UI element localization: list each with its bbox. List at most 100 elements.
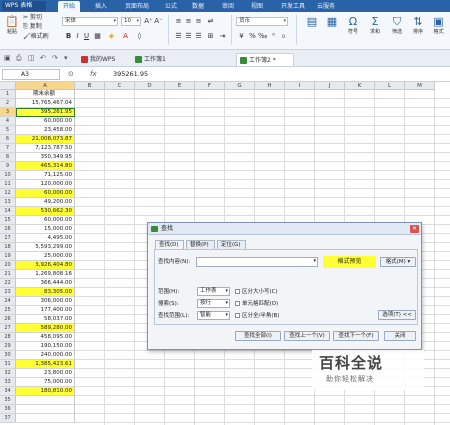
row-header[interactable]: 30 <box>0 351 16 360</box>
row-header[interactable]: 3 <box>0 108 16 117</box>
row-header[interactable]: 11 <box>0 180 16 189</box>
print-icon[interactable]: ⎙ <box>16 54 22 63</box>
tab-formula[interactable]: 公式 <box>161 1 181 12</box>
row-header[interactable]: 1 <box>0 90 16 99</box>
column-header-g[interactable]: G <box>225 82 255 90</box>
font-name-select[interactable]: 宋体 ▾ <box>62 17 118 26</box>
row-header[interactable]: 12 <box>0 189 16 198</box>
match-case-checkbox[interactable]: 区分大小写(C) <box>235 288 278 296</box>
redo-icon[interactable]: ↷ <box>52 54 58 62</box>
row-header[interactable]: 23 <box>0 288 16 297</box>
cut-button[interactable]: ✂ 剪切 <box>23 14 42 22</box>
row-header[interactable]: 25 <box>0 306 16 315</box>
decrease-font-icon[interactable]: A⁻ <box>154 17 163 26</box>
table-cell[interactable]: 366,444.00 <box>16 279 75 288</box>
row-header[interactable]: 13 <box>0 198 16 207</box>
table-cell[interactable]: 4,495.00 <box>16 234 75 243</box>
thousands-icon[interactable]: ‰ <box>258 32 267 41</box>
table-cell[interactable] <box>16 405 75 414</box>
table-cell[interactable]: 458,095.00 <box>16 333 75 342</box>
italic-icon[interactable]: I <box>73 32 82 41</box>
column-header-h[interactable]: H <box>255 82 285 90</box>
format-painter-button[interactable]: 🖌格式刷 <box>23 33 49 41</box>
table-cell[interactable]: 190,150.00 <box>16 342 75 351</box>
tab-workbook1[interactable]: 工作簿1 <box>132 53 184 66</box>
table-style-button[interactable]: ▦ <box>322 15 342 28</box>
tab-insert[interactable]: 插入 <box>90 1 112 12</box>
table-cell[interactable]: 3,926,404.80 <box>16 261 75 270</box>
table-cell[interactable]: 60,000.00 <box>16 216 75 225</box>
table-cell[interactable]: 120,000.00 <box>16 180 75 189</box>
column-header-f[interactable]: F <box>195 82 225 90</box>
table-cell[interactable]: 60,000.00 <box>16 117 75 126</box>
row-header[interactable]: 29 <box>0 342 16 351</box>
zoom-icon[interactable]: ⊙ <box>68 70 74 78</box>
table-cell[interactable]: 306,000.00 <box>16 297 75 306</box>
table-cell[interactable] <box>16 396 75 405</box>
table-cell[interactable]: 71,125.00 <box>16 171 75 180</box>
row-header[interactable]: 31 <box>0 360 16 369</box>
decimal-increase-icon[interactable]: ⁰ <box>269 32 278 41</box>
chevron-down-icon[interactable]: ▾ <box>64 54 68 62</box>
column-header-j[interactable]: J <box>315 82 345 90</box>
table-cell[interactable]: 240,000.00 <box>16 351 75 360</box>
row-header[interactable]: 32 <box>0 369 16 378</box>
sort-button[interactable]: ⇅ 排序 <box>408 15 428 35</box>
column-header-b[interactable]: B <box>75 82 105 90</box>
row-header[interactable]: 4 <box>0 117 16 126</box>
row-header[interactable]: 20 <box>0 261 16 270</box>
scope-select[interactable]: 工作表 ▾ <box>197 287 230 296</box>
align-left-icon[interactable]: ☰ <box>174 32 183 41</box>
row-header[interactable]: 36 <box>0 405 16 414</box>
row-header[interactable]: 22 <box>0 279 16 288</box>
percent-icon[interactable]: % <box>248 32 257 41</box>
table-cell[interactable]: 7,123,787.50 <box>16 144 75 153</box>
align-bottom-icon[interactable]: ≡ <box>194 17 203 26</box>
table-cell[interactable]: 15,765,467.04 <box>16 99 75 108</box>
row-header[interactable]: 6 <box>0 135 16 144</box>
tab-review[interactable]: 审阅 <box>218 1 238 12</box>
merge-center-icon[interactable]: ⊞ <box>206 32 215 41</box>
align-middle-icon[interactable]: ≡ <box>184 17 193 26</box>
column-header-i[interactable]: I <box>285 82 315 90</box>
table-cell[interactable]: 1,269,808.16 <box>16 270 75 279</box>
decimal-decrease-icon[interactable]: ₀ <box>279 32 288 41</box>
table-cell[interactable]: 49,200.00 <box>16 198 75 207</box>
column-header-e[interactable]: E <box>165 82 195 90</box>
row-header[interactable]: 2 <box>0 99 16 108</box>
row-header[interactable]: 14 <box>0 207 16 216</box>
row-header[interactable]: 10 <box>0 171 16 180</box>
row-header[interactable]: 24 <box>0 297 16 306</box>
table-cell[interactable]: 15,000.00 <box>16 225 75 234</box>
table-cell[interactable]: 60,000.00 <box>16 189 75 198</box>
column-header-m[interactable]: M <box>405 82 435 90</box>
preview-icon[interactable]: ◫ <box>28 54 35 62</box>
find-previous-button[interactable]: 查找上一个(V) <box>284 331 330 341</box>
clear-format-icon[interactable]: ◊ <box>135 32 144 41</box>
close-button[interactable]: 关闭 <box>384 331 416 341</box>
tab-developer[interactable]: 开发工具 <box>276 1 310 12</box>
table-cell[interactable] <box>16 414 75 423</box>
row-header[interactable]: 35 <box>0 396 16 405</box>
indent-icon[interactable]: ⇥ <box>218 32 227 41</box>
row-header[interactable]: 17 <box>0 234 16 243</box>
currency-icon[interactable]: ¥ <box>237 32 246 41</box>
find-content-input[interactable]: ▾ <box>196 257 318 267</box>
find-all-button[interactable]: 查找全部(I) <box>235 331 281 341</box>
tab-workbook2[interactable]: 工作簿2 * <box>236 53 294 66</box>
row-header[interactable]: 7 <box>0 144 16 153</box>
row-header[interactable]: 33 <box>0 378 16 387</box>
conditional-format-button[interactable]: ▤ <box>302 15 322 28</box>
select-all-corner[interactable] <box>0 82 16 90</box>
tab-view[interactable]: 视图 <box>247 1 267 12</box>
underline-icon[interactable]: U <box>82 32 91 41</box>
column-header-a[interactable]: A <box>16 82 75 90</box>
fill-color-icon[interactable]: ◈ <box>107 32 116 41</box>
row-header[interactable]: 21 <box>0 270 16 279</box>
border-icon[interactable]: ▦ <box>93 32 102 41</box>
column-header-c[interactable]: C <box>105 82 135 90</box>
bold-icon[interactable]: B <box>64 32 73 41</box>
save-icon[interactable]: ▣ <box>4 54 11 62</box>
table-cell[interactable]: 23,800.00 <box>16 369 75 378</box>
tab-home[interactable]: 开始 <box>58 1 80 12</box>
